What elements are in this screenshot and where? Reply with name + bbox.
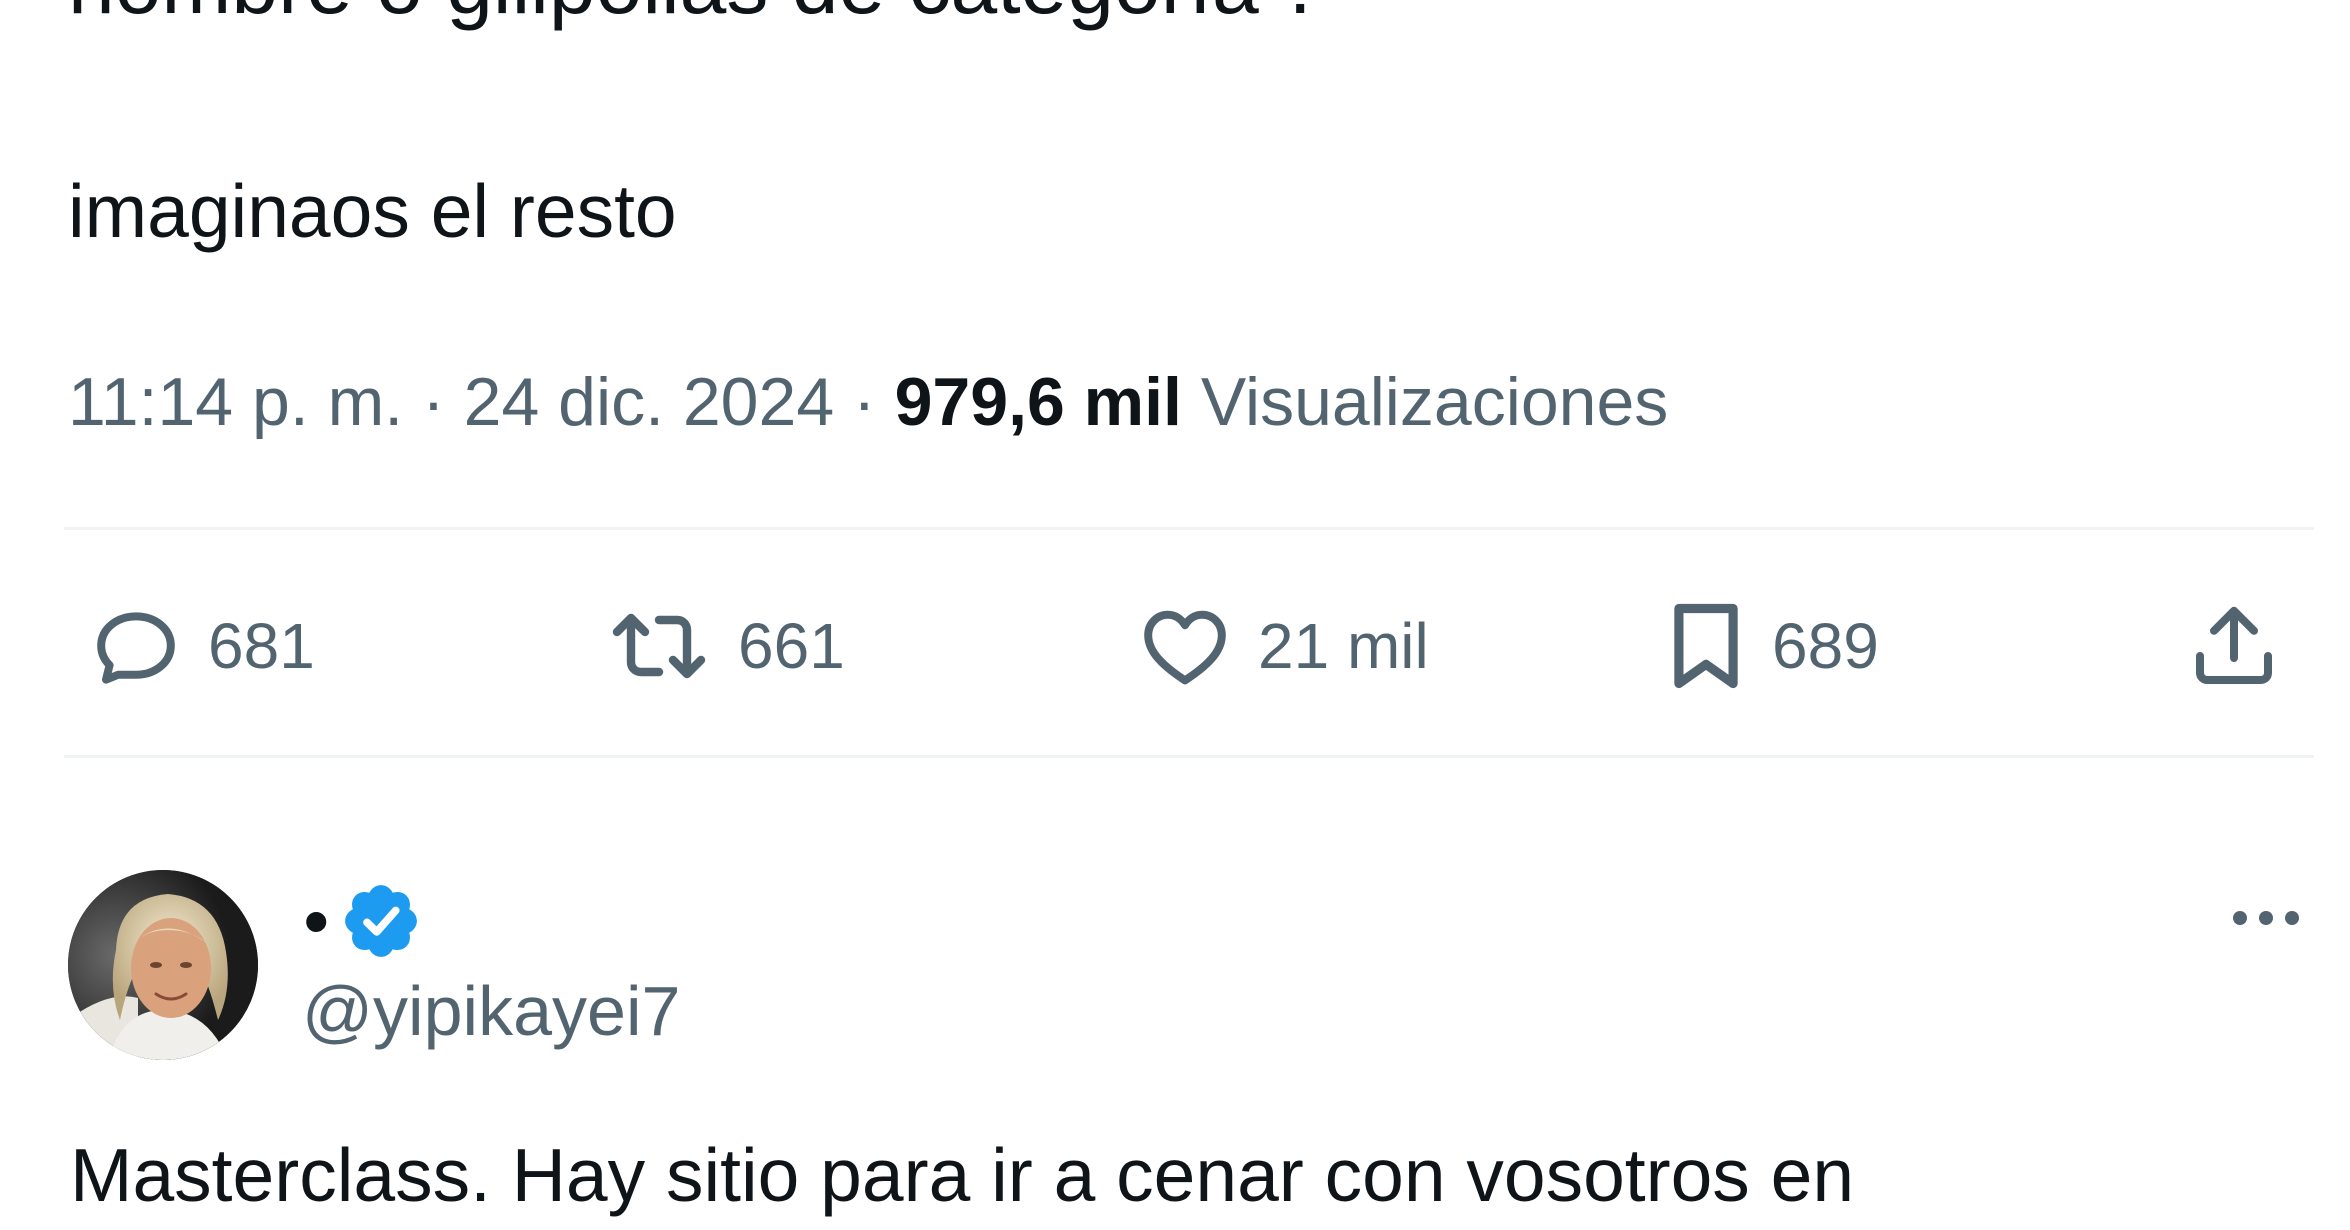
- retweet-button[interactable]: 661: [604, 588, 845, 704]
- divider: [64, 755, 2314, 758]
- avatar[interactable]: [68, 870, 258, 1060]
- reply-button[interactable]: 681: [88, 588, 315, 704]
- retweet-icon: [612, 613, 706, 679]
- reply-author-row[interactable]: •: [304, 878, 423, 964]
- tweet-date[interactable]: 24 dic. 2024: [464, 364, 835, 440]
- more-dots-icon: [2233, 911, 2299, 925]
- meta-separator: ·: [853, 364, 876, 440]
- reply-text: Masterclass. Hay sitio para ir a cenar c…: [70, 1133, 1855, 1217]
- share-button[interactable]: [2184, 588, 2284, 704]
- views-count[interactable]: 979,6 mil: [895, 364, 1182, 440]
- divider: [64, 527, 2314, 530]
- reply-count: 681: [208, 610, 315, 682]
- heart-icon: [1144, 610, 1226, 685]
- more-button[interactable]: [2226, 898, 2306, 938]
- reply-display-name[interactable]: •: [304, 886, 329, 956]
- avatar-photo: [68, 870, 258, 1060]
- reply-handle[interactable]: @yipikayei7: [302, 976, 680, 1046]
- tweet-meta: 11:14 p. m. · 24 dic. 2024 · 979,6 mil V…: [68, 368, 1668, 436]
- like-count: 21 mil: [1258, 610, 1429, 682]
- bookmark-button[interactable]: 689: [1664, 588, 1879, 704]
- reply-bubble-icon: [97, 612, 175, 684]
- bookmark-count: 689: [1772, 610, 1879, 682]
- meta-separator: ·: [422, 364, 445, 440]
- share-upload-icon: [2196, 606, 2272, 684]
- tweet-time[interactable]: 11:14 p. m.: [68, 364, 403, 440]
- bookmark-icon: [1674, 603, 1738, 689]
- views-label: Visualizaciones: [1200, 364, 1669, 440]
- tweet-text-cut-line: hombre o gilipollas de categoría".: [68, 0, 1312, 26]
- retweet-count: 661: [738, 610, 845, 682]
- verified-badge-icon: [344, 885, 417, 957]
- tweet-text: imaginaos el resto: [68, 169, 677, 253]
- like-button[interactable]: 21 mil: [1136, 588, 1429, 704]
